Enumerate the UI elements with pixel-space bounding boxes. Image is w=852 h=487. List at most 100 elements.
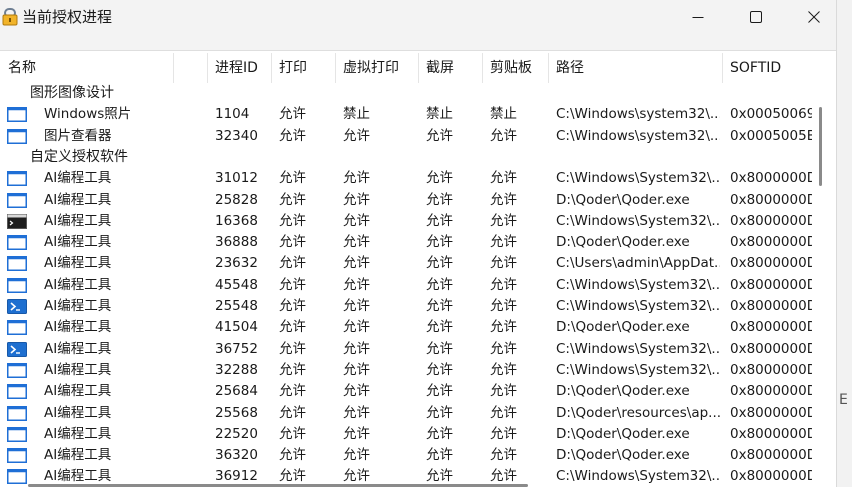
cell-pid: 31012 [215, 170, 258, 187]
table-row[interactable]: AI编程工具 41504 允许 允许 允许 允许 D:\Qoder\Qoder.exe 0x8… [0, 317, 812, 338]
table-row[interactable]: AI编程工具 25684 允许 允许 允许 允许 D:\Qoder\Qoder.exe 0x8… [0, 381, 812, 402]
cell-print: 允许 [279, 340, 306, 357]
table-row[interactable]: AI编程工具 16368 允许 允许 允许 允许 C:\Windows\System32\.… [0, 211, 812, 232]
title-bar[interactable]: 当前授权进程 [0, 0, 836, 34]
cell-pid: 25548 [215, 298, 258, 314]
col-header-screenshot[interactable]: 截屏 [418, 51, 482, 85]
window-icon [7, 277, 27, 293]
cell-path: D:\Qoder\Qoder.exe [556, 447, 690, 464]
cell-print: 允许 [279, 212, 306, 229]
col-header-path[interactable]: 路径 [548, 51, 722, 85]
column-divider[interactable] [173, 53, 174, 83]
cell-softid: 0x00050069 [730, 106, 812, 123]
window-icon [7, 192, 27, 208]
window-icon [7, 426, 27, 442]
cell-name: AI编程工具 [44, 212, 112, 229]
cell-print: 允许 [279, 404, 306, 421]
table-row[interactable]: AI编程工具 45548 允许 允许 允许 允许 C:\Windows\System32\.… [0, 275, 812, 296]
list-header: 名称 进程ID 打印 虚拟打印 截屏 剪贴板 路径 SOFTID [0, 51, 836, 85]
cell-softid: 0x8000000D [730, 298, 812, 314]
cell-vprint: 允许 [343, 319, 370, 336]
cell-pid: 36320 [215, 447, 258, 464]
process-list[interactable]: 名称 进程ID 打印 虚拟打印 截屏 剪贴板 路径 SOFTID 图形图像设计 Windows照… [0, 50, 836, 487]
close-button[interactable] [785, 0, 836, 34]
cell-clipboard: 允许 [490, 425, 517, 442]
cell-name: AI编程工具 [44, 319, 112, 336]
col-header-print[interactable]: 打印 [271, 51, 335, 85]
cell-vprint: 允许 [343, 298, 370, 314]
col-header-name[interactable]: 名称 [0, 51, 207, 85]
console-icon [7, 213, 27, 229]
window-icon [7, 320, 27, 336]
table-row[interactable]: AI编程工具 25568 允许 允许 允许 允许 D:\Qoder\resources\ap… [0, 403, 812, 424]
maximize-button[interactable] [727, 0, 785, 34]
cell-print: 允许 [279, 276, 306, 293]
column-divider[interactable] [482, 53, 483, 83]
background-window-edge: E [836, 0, 852, 487]
cell-softid: 0x8000000D [730, 234, 812, 251]
col-header-pid[interactable]: 进程ID [207, 51, 271, 85]
horizontal-scrollbar[interactable] [28, 482, 828, 487]
col-header-softid[interactable]: SOFTID [722, 51, 814, 85]
table-row[interactable]: AI编程工具 32288 允许 允许 允许 允许 C:\Windows\System32\.… [0, 360, 812, 381]
cell-vprint: 允许 [343, 383, 370, 400]
vertical-scrollbar[interactable] [814, 85, 822, 487]
cell-softid: 0x8000000D [730, 447, 812, 464]
column-divider[interactable] [207, 53, 208, 83]
cell-path: C:\Windows\System32\... [556, 361, 720, 378]
cell-screenshot: 允许 [426, 276, 453, 293]
cell-vprint: 允许 [343, 447, 370, 464]
table-row[interactable]: 图片查看器 32340 允许 允许 允许 允许 C:\Windows\system32\..… [0, 126, 812, 147]
cell-name: AI编程工具 [44, 404, 112, 421]
cell-name: AI编程工具 [44, 234, 112, 251]
cell-clipboard: 允许 [490, 298, 517, 314]
table-row[interactable]: AI编程工具 31012 允许 允许 允许 允许 C:\Windows\System32\.… [0, 168, 812, 189]
group-header[interactable]: 自定义授权软件 [0, 147, 128, 168]
cell-clipboard: 允许 [490, 191, 517, 208]
column-divider[interactable] [548, 53, 549, 83]
col-header-virtual-print[interactable]: 虚拟打印 [335, 51, 418, 85]
table-row[interactable]: AI编程工具 36320 允许 允许 允许 允许 D:\Qoder\Qoder.exe 0x8… [0, 445, 812, 466]
table-row[interactable]: AI编程工具 22520 允许 允许 允许 允许 D:\Qoder\Qoder.exe 0x8… [0, 424, 812, 445]
column-divider[interactable] [335, 53, 336, 83]
cell-name: Windows照片 [44, 106, 132, 123]
cell-path: D:\Qoder\Qoder.exe [556, 319, 690, 336]
cell-screenshot: 禁止 [426, 106, 453, 123]
cell-vprint: 允许 [343, 191, 370, 208]
minimize-icon [692, 17, 704, 18]
powershell-icon [7, 341, 27, 357]
column-divider[interactable] [722, 53, 723, 83]
cell-name: AI编程工具 [44, 298, 112, 314]
cell-vprint: 禁止 [343, 106, 370, 123]
vertical-scroll-thumb[interactable] [819, 107, 822, 186]
cell-name: AI编程工具 [44, 447, 112, 464]
table-row[interactable]: AI编程工具 36752 允许 允许 允许 允许 C:\Windows\System32\.… [0, 339, 812, 360]
column-divider[interactable] [271, 53, 272, 83]
table-row[interactable]: AI编程工具 25828 允许 允许 允许 允许 D:\Qoder\Qoder.exe 0x8… [0, 190, 812, 211]
table-row[interactable]: AI编程工具 23632 允许 允许 允许 允许 C:\Users\admin\AppDat… [0, 253, 812, 274]
window-title: 当前授权进程 [22, 8, 113, 26]
background-text-fragment: E [839, 392, 848, 408]
col-header-clipboard[interactable]: 剪贴板 [482, 51, 548, 85]
cell-clipboard: 允许 [490, 170, 517, 187]
cell-pid: 32340 [215, 127, 258, 144]
cell-pid: 1104 [215, 106, 250, 123]
window-icon [7, 128, 27, 144]
minimize-button[interactable] [669, 0, 727, 34]
column-divider[interactable] [418, 53, 419, 83]
cell-print: 允许 [279, 191, 306, 208]
cell-screenshot: 允许 [426, 319, 453, 336]
cell-path: C:\Users\admin\AppDat... [556, 255, 720, 272]
cell-softid: 0x0005005B [730, 127, 812, 144]
table-row[interactable]: Windows照片 1104 允许 禁止 禁止 禁止 C:\Windows\system32… [0, 104, 812, 125]
cell-softid: 0x8000000D [730, 361, 812, 378]
cell-print: 允许 [279, 170, 306, 187]
group-header[interactable]: 图形图像设计 [0, 83, 114, 104]
cell-softid: 0x8000000D [730, 170, 812, 187]
table-row[interactable]: AI编程工具 25548 允许 允许 允许 允许 C:\Windows\System32\.… [0, 296, 812, 317]
cell-vprint: 允许 [343, 340, 370, 357]
cell-pid: 23632 [215, 255, 258, 272]
table-row[interactable]: AI编程工具 36888 允许 允许 允许 允许 D:\Qoder\Qoder.exe 0x8… [0, 232, 812, 253]
cell-softid: 0x8000000D [730, 212, 812, 229]
cell-vprint: 允许 [343, 255, 370, 272]
